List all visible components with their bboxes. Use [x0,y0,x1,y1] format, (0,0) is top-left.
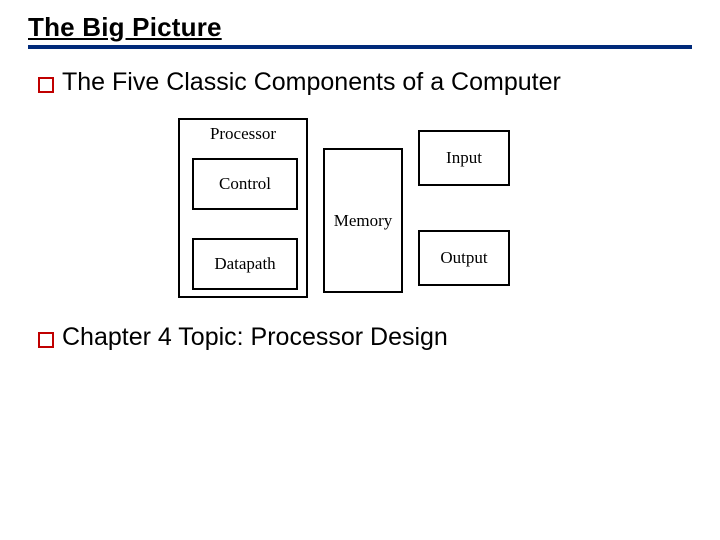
output-box: Output [418,230,510,286]
bullet-1: The Five Classic Components of a Compute… [38,67,692,98]
processor-label: Processor [210,124,276,144]
datapath-label: Datapath [214,254,275,274]
slide: The Big Picture The Five Classic Compone… [0,0,720,540]
memory-box: Memory [323,148,403,293]
title-underline-rule: The Big Picture [28,12,692,49]
components-diagram: Processor Control Datapath Memory Input … [178,118,518,298]
output-label: Output [440,248,487,268]
processor-box: Processor Control Datapath [178,118,308,298]
control-label: Control [219,174,271,194]
bullet-1-text: The Five Classic Components of a Compute… [62,67,561,98]
datapath-box: Datapath [192,238,298,290]
memory-label: Memory [334,211,393,231]
bullet-2-text: Chapter 4 Topic: Processor Design [62,322,448,353]
bullet-square-icon [38,332,54,348]
bullet-square-icon [38,77,54,93]
control-box: Control [192,158,298,210]
slide-title: The Big Picture [28,12,692,43]
bullet-2: Chapter 4 Topic: Processor Design [38,322,692,353]
input-box: Input [418,130,510,186]
input-label: Input [446,148,482,168]
